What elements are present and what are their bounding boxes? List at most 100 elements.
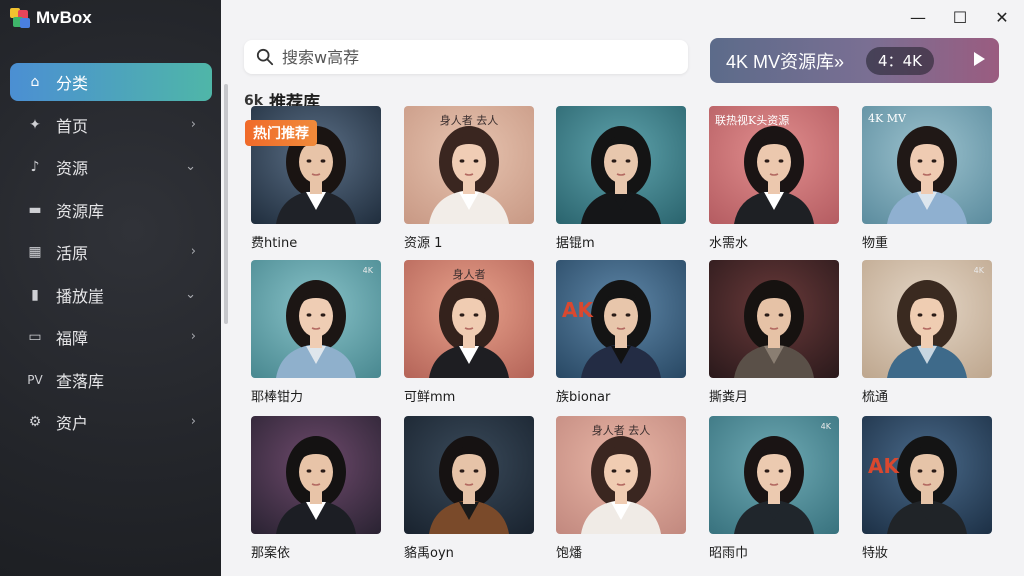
quality-tag: 4K [973,266,984,275]
mv-caption[interactable]: 特妝 [862,542,992,561]
search-icon [256,48,274,66]
mv-card[interactable]: 联热视K头资源 水需水 [709,106,839,251]
mv-caption[interactable]: 那案依 [251,542,381,561]
sidebar-item-3[interactable]: ▬ 资源库 [10,191,212,229]
mv-card[interactable]: 热门推荐 费htine [245,106,381,251]
hot-badge: 热门推荐 [245,120,317,146]
sidebar-nav: ⌂ 分类 ✦ 首页 › ♪ 资源 ⌄ ▬ 资源库 ▦ 活原 › ▮ 播放崖 ⌄ ▭ 福障 › PV 查落库 ⚙ 资户 › [10,63,212,446]
mv-caption[interactable]: 饱燔 [556,542,686,561]
mv-card[interactable]: 据锟m [556,106,686,251]
mv-caption[interactable]: 费htine [251,232,381,251]
mv-thumbnail[interactable] [251,416,381,534]
music-note-icon: ♪ [30,159,40,175]
mv-caption[interactable]: 昭雨巾 [709,542,839,561]
ak-tag: AK [868,454,899,478]
sidebar-item-label: 福障 [56,329,89,348]
thumb-tag: 联热视K头资源 [715,114,790,127]
mv-caption[interactable]: 族bionar [556,386,686,405]
ak-tag: AK [562,298,593,322]
mv-caption[interactable]: 可鲜mm [404,386,534,405]
app-logo-icon [10,8,30,28]
mv-caption[interactable]: 物重 [862,232,992,251]
sidebar-item-label: 活原 [56,244,89,263]
sidebar-item-5[interactable]: ▮ 播放崖 ⌄ [10,276,212,314]
mv-caption[interactable]: 据锟m [556,232,686,251]
bookmark-icon: ▮ [31,286,39,303]
mv-thumbnail[interactable]: 4K MV [862,106,992,224]
chevron-icon[interactable]: ⌄ [185,159,196,174]
chevron-icon[interactable]: › [191,244,196,259]
search-bar[interactable] [244,40,688,74]
banner-title: 4K MV资源库» [726,51,845,72]
mv-thumbnail[interactable]: 联热视K头资源 [709,106,839,224]
quality-tag: 4K [362,266,373,275]
play-icon[interactable] [974,52,985,66]
sidebar-item-label: 资源 [56,159,89,178]
minimize-button[interactable]: — [906,6,930,28]
mv-card[interactable]: 身人者 去人 资源 1 [404,106,534,251]
mv-caption[interactable]: 水需水 [709,232,839,251]
close-button[interactable]: ✕ [990,6,1014,28]
mv-card[interactable]: 4K MV 物重 [862,106,992,251]
mv-card[interactable]: 4K 梳通 [862,260,992,405]
mv-thumbnail[interactable]: 身人者 去人 [556,416,686,534]
portrait-image [709,260,839,378]
mv-card[interactable]: 身人者 去人 饱燔 [556,416,686,561]
mv-thumbnail[interactable]: 4K [251,260,381,378]
mv-card[interactable]: AK 族bionar [556,260,686,405]
sidebar-item-0[interactable]: ⌂ 分类 [10,63,212,101]
thumb-tag: 4K MV [868,112,906,125]
mv-thumbnail[interactable]: 身人者 去人 [404,106,534,224]
mv-card[interactable]: 貉禹oyn [404,416,534,561]
mv-thumbnail[interactable]: 4K [709,416,839,534]
mv-caption[interactable]: 梳通 [862,386,992,405]
maximize-button[interactable]: ☐ [948,6,972,28]
portrait-image [862,260,992,378]
pv-icon: PV [27,372,43,387]
sidebar-item-8[interactable]: ⚙ 资户 › [10,403,212,441]
mv-thumbnail[interactable]: AK [556,260,686,378]
thumb-tag: 身人者 [452,268,486,281]
chevron-icon[interactable]: ⌄ [185,287,196,302]
mv-caption[interactable]: 资源 1 [404,232,534,251]
sidebar-item-4[interactable]: ▦ 活原 › [10,233,212,271]
mv-card[interactable]: AK 特妝 [862,416,992,561]
chevron-icon[interactable]: › [191,329,196,344]
mv-thumbnail[interactable]: 4K [862,260,992,378]
mv-thumbnail[interactable] [556,106,686,224]
mv-caption[interactable]: 耶棒钳力 [251,386,381,405]
quality-tag: 4K [820,422,831,431]
mv-card[interactable]: 撕粪月 [709,260,839,405]
mv-thumbnail[interactable] [709,260,839,378]
search-input[interactable] [282,47,662,67]
star-square-icon: ✦ [29,116,41,133]
portrait-image [251,416,381,534]
folder-icon: ▬ [28,201,42,218]
sidebar-item-label: 资源库 [56,201,105,221]
portrait-image [251,260,381,378]
mv-thumbnail[interactable] [404,416,534,534]
mv-card[interactable]: 4K 昭雨巾 [709,416,839,561]
app-title: MvBox [36,8,92,27]
thumb-tag: 身人者 去人 [439,114,499,127]
sidebar-item-7[interactable]: PV 查落库 [10,361,212,399]
mv-thumbnail[interactable]: 身人者 [404,260,534,378]
chevron-icon[interactable]: › [191,414,196,429]
sidebar-item-label: 首页 [56,116,89,136]
gear-icon: ⚙ [28,414,42,430]
portrait-image [709,416,839,534]
mv-card[interactable]: 身人者 可鲜mm [404,260,534,405]
mv-card[interactable]: 4K 耶棒钳力 [251,260,381,405]
mv-card[interactable]: 那案依 [251,416,381,561]
sidebar-item-2[interactable]: ♪ 资源 ⌄ [10,148,212,186]
mv-caption[interactable]: 貉禹oyn [404,542,534,561]
mv-caption[interactable]: 撕粪月 [709,386,839,405]
mv-thumbnail[interactable]: AK [862,416,992,534]
scrollbar[interactable] [224,84,228,324]
sidebar-item-6[interactable]: ▭ 福障 › [10,318,212,356]
home-icon: ⌂ [30,74,40,90]
banner-quality-pill[interactable]: 4：4K [866,46,934,75]
chevron-icon[interactable]: › [191,117,196,132]
sidebar-item-1[interactable]: ✦ 首页 › [10,106,212,144]
promo-banner[interactable]: 4K MV资源库» 4：4K [710,38,999,83]
